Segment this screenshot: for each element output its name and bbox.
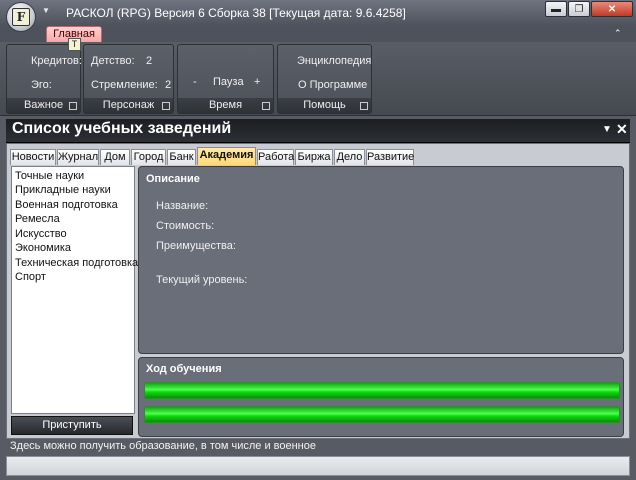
maximize-button[interactable]: ❐ — [568, 1, 590, 17]
encyclopedia-button[interactable]: Энциклопедия — [297, 55, 371, 67]
tab-work[interactable]: Работа — [257, 149, 294, 165]
time-plus-button[interactable]: + — [254, 76, 260, 88]
ribbon-group-help: Энциклопедия О Программе Помощь — [277, 44, 372, 114]
ribbon: Кредитов: Эго: Важное Детство: 2 Стремле… — [0, 42, 636, 116]
tab-business[interactable]: Дело — [334, 149, 365, 165]
cost-label: Стоимость: — [156, 220, 215, 232]
page-title: Список учебных заведений — [12, 120, 232, 137]
status-bar: Здесь можно получить образование, в том … — [6, 439, 630, 454]
ribbon-collapse-icon[interactable]: ⌃ — [614, 28, 622, 39]
content-area: Новости Журнал Дом Город Банк Академия Р… — [6, 143, 630, 439]
progress-bar — [144, 382, 620, 399]
group-label: Время — [178, 98, 273, 113]
list-item[interactable]: Техническая подготовка — [15, 257, 138, 269]
description-title: Описание — [146, 173, 200, 185]
bottom-bar — [6, 456, 630, 476]
dialog-launcher-icon[interactable] — [262, 102, 270, 110]
tab-home[interactable]: Дом — [100, 149, 130, 165]
quick-access-dropdown-icon[interactable]: ▼ — [42, 6, 50, 15]
pause-button[interactable]: Пауза — [213, 76, 244, 88]
aspiration-label: Стремление: — [91, 79, 158, 91]
group-label: Персонаж — [84, 98, 173, 113]
childhood-value: 2 — [146, 55, 153, 67]
credits-label: Кредитов: — [31, 55, 82, 67]
ribbon-tab-strip: Главная ⌃ — [0, 26, 636, 42]
list-item[interactable]: Точные науки — [15, 170, 84, 182]
list-item[interactable]: Прикладные науки — [15, 184, 111, 196]
progress-title: Ход обучения — [146, 363, 222, 375]
list-item[interactable]: Спорт — [15, 271, 46, 283]
close-window-button[interactable]: ✕ — [591, 1, 633, 17]
ego-label: Эго: — [31, 79, 52, 91]
document-header: Список учебных заведений ▼ ✕ — [6, 119, 630, 143]
aspiration-value: 2 — [165, 79, 172, 91]
ribbon-group-important: Кредитов: Эго: Важное — [6, 44, 82, 114]
tab-news[interactable]: Новости — [10, 149, 56, 165]
status-text: Здесь можно получить образование, в том … — [10, 440, 316, 452]
tab-bank[interactable]: Банк — [167, 149, 196, 165]
title-bar: ▼ РАСКОЛ (RPG) Версия 6 Сборка 38 [Текущ… — [0, 0, 636, 26]
about-button[interactable]: О Программе — [298, 79, 367, 91]
dialog-launcher-icon[interactable] — [162, 102, 170, 110]
advantages-label: Преимущества: — [156, 240, 236, 252]
progress-bar — [144, 406, 620, 423]
tab-city[interactable]: Город — [131, 149, 166, 165]
list-item[interactable]: Экономика — [15, 242, 71, 254]
tab-academy[interactable]: Академия — [197, 147, 256, 165]
ribbon-group-character: Детство: 2 Стремление: 2 Персонаж — [83, 44, 174, 114]
panel-menu-icon[interactable]: ▼ — [602, 124, 612, 135]
keytip-badge: T — [68, 38, 81, 51]
name-label: Название: — [156, 200, 209, 212]
progress-panel: Ход обучения — [138, 357, 624, 437]
dialog-launcher-icon[interactable] — [360, 102, 368, 110]
list-item[interactable]: Ремесла — [15, 213, 60, 225]
description-panel: Описание Название: Стоимость: Преимущест… — [138, 166, 624, 354]
list-item[interactable]: Искусство — [15, 228, 67, 240]
time-minus-button[interactable]: - — [193, 76, 197, 88]
close-panel-icon[interactable]: ✕ — [616, 121, 628, 138]
tab-journal[interactable]: Журнал — [57, 149, 99, 165]
group-label: Помощь — [278, 98, 371, 113]
tab-exchange[interactable]: Биржа — [295, 149, 333, 165]
app-menu-button[interactable]: F — [6, 2, 36, 32]
app-logo-icon: F — [12, 8, 30, 26]
ribbon-group-time: - Пауза + Время — [177, 44, 274, 114]
dialog-launcher-icon[interactable] — [69, 102, 77, 110]
childhood-label: Детство: — [91, 55, 135, 67]
minimize-button[interactable]: ▬ — [545, 1, 567, 17]
start-button[interactable]: Приступить — [11, 416, 133, 435]
tab-development[interactable]: Развитие — [366, 149, 414, 165]
current-level-label: Текущий уровень: — [156, 274, 248, 286]
window-title: РАСКОЛ (RPG) Версия 6 Сборка 38 [Текущая… — [66, 6, 406, 20]
list-item[interactable]: Военная подготовка — [15, 199, 118, 211]
school-list: Точные науки Прикладные науки Военная по… — [11, 166, 138, 414]
